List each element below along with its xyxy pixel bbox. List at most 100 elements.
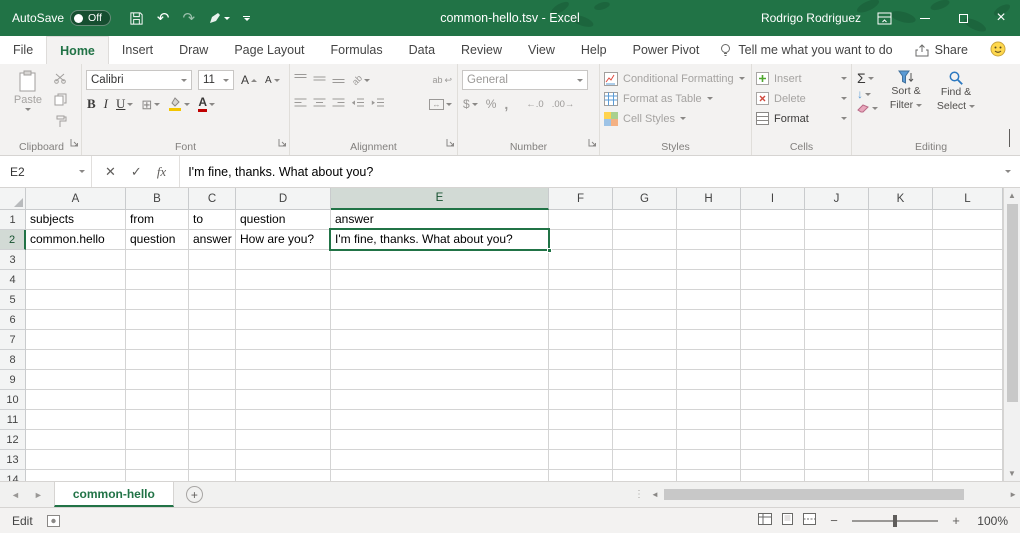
zoom-slider-thumb[interactable] [893, 515, 897, 527]
cell-A7[interactable] [26, 330, 126, 350]
cell-E5[interactable] [331, 290, 549, 310]
cell-K7[interactable] [869, 330, 933, 350]
cell-K5[interactable] [869, 290, 933, 310]
touch-mouse-mode-button[interactable] [208, 12, 230, 25]
cell-B3[interactable] [126, 250, 189, 270]
cell-E4[interactable] [331, 270, 549, 290]
redo-button[interactable]: ↷ [182, 11, 195, 26]
column-header-K[interactable]: K [869, 188, 933, 210]
share-button[interactable]: Share [915, 43, 968, 57]
column-header-H[interactable]: H [677, 188, 741, 210]
cell-L10[interactable] [933, 390, 1003, 410]
cell-H6[interactable] [677, 310, 741, 330]
delete-cells-button[interactable]: Delete [756, 89, 847, 108]
cell-F9[interactable] [549, 370, 613, 390]
cell-D1[interactable]: question [236, 210, 331, 230]
comma-style-button[interactable]: , [503, 96, 509, 112]
cell-C5[interactable] [189, 290, 236, 310]
cell-D4[interactable] [236, 270, 331, 290]
cell-C1[interactable]: to [189, 210, 236, 230]
cell-I5[interactable] [741, 290, 805, 310]
tab-home[interactable]: Home [46, 36, 109, 64]
tab-help[interactable]: Help [568, 36, 620, 64]
cell-L12[interactable] [933, 430, 1003, 450]
cell-F1[interactable] [549, 210, 613, 230]
tab-formulas[interactable]: Formulas [318, 36, 396, 64]
tab-draw[interactable]: Draw [166, 36, 221, 64]
sort-filter-button[interactable]: Sort & Filter [883, 67, 929, 138]
cell-H10[interactable] [677, 390, 741, 410]
cell-H7[interactable] [677, 330, 741, 350]
cell-J11[interactable] [805, 410, 869, 430]
row-header-8[interactable]: 8 [0, 350, 26, 370]
cell-I6[interactable] [741, 310, 805, 330]
cell-L13[interactable] [933, 450, 1003, 470]
cell-D14[interactable] [236, 470, 331, 481]
cell-F6[interactable] [549, 310, 613, 330]
row-header-9[interactable]: 9 [0, 370, 26, 390]
zoom-out-button[interactable]: − [828, 513, 840, 528]
cell-J5[interactable] [805, 290, 869, 310]
top-align-button[interactable] [294, 71, 307, 89]
cell-B5[interactable] [126, 290, 189, 310]
cell-F11[interactable] [549, 410, 613, 430]
cell-J10[interactable] [805, 390, 869, 410]
cell-A1[interactable]: subjects [26, 210, 126, 230]
ribbon-display-options-button[interactable] [877, 11, 892, 26]
cell-G11[interactable] [613, 410, 677, 430]
cell-G5[interactable] [613, 290, 677, 310]
collapse-ribbon-button[interactable] [1009, 130, 1010, 148]
column-header-G[interactable]: G [613, 188, 677, 210]
cell-J4[interactable] [805, 270, 869, 290]
column-header-L[interactable]: L [933, 188, 1003, 210]
cell-F3[interactable] [549, 250, 613, 270]
cell-K11[interactable] [869, 410, 933, 430]
row-header-2[interactable]: 2 [0, 230, 26, 250]
column-header-C[interactable]: C [189, 188, 236, 210]
bottom-align-button[interactable] [332, 71, 345, 89]
column-header-A[interactable]: A [26, 188, 126, 210]
cell-J8[interactable] [805, 350, 869, 370]
row-header-3[interactable]: 3 [0, 250, 26, 270]
cell-E2[interactable]: I'm fine, thanks. What about you? [331, 230, 549, 250]
cell-I4[interactable] [741, 270, 805, 290]
cell-C4[interactable] [189, 270, 236, 290]
cell-A4[interactable] [26, 270, 126, 290]
cell-H11[interactable] [677, 410, 741, 430]
cell-L3[interactable] [933, 250, 1003, 270]
font-size-select[interactable]: 11 [198, 70, 234, 90]
cell-G8[interactable] [613, 350, 677, 370]
cell-I10[interactable] [741, 390, 805, 410]
cell-D6[interactable] [236, 310, 331, 330]
vertical-scroll-thumb[interactable] [1007, 204, 1018, 402]
save-button[interactable] [129, 11, 144, 26]
enter-button[interactable]: ✓ [131, 164, 142, 180]
row-header-11[interactable]: 11 [0, 410, 26, 430]
cell-H2[interactable] [677, 230, 741, 250]
cell-B12[interactable] [126, 430, 189, 450]
align-left-button[interactable] [294, 95, 307, 113]
page-layout-view-button[interactable] [781, 513, 794, 528]
cell-F12[interactable] [549, 430, 613, 450]
cell-E3[interactable] [331, 250, 549, 270]
wrap-text-button[interactable]: ab ↩ [431, 75, 453, 86]
scroll-up-icon[interactable]: ▲ [1008, 189, 1016, 202]
cell-B6[interactable] [126, 310, 189, 330]
cell-J9[interactable] [805, 370, 869, 390]
cell-E12[interactable] [331, 430, 549, 450]
undo-button[interactable]: ↶ [157, 11, 170, 26]
cell-B13[interactable] [126, 450, 189, 470]
row-header-6[interactable]: 6 [0, 310, 26, 330]
cell-C8[interactable] [189, 350, 236, 370]
paste-button[interactable]: Paste [6, 67, 50, 138]
cell-J6[interactable] [805, 310, 869, 330]
cell-L9[interactable] [933, 370, 1003, 390]
horizontal-scroll-thumb[interactable] [664, 489, 964, 500]
cell-C6[interactable] [189, 310, 236, 330]
cell-I8[interactable] [741, 350, 805, 370]
page-break-view-button[interactable] [803, 513, 816, 528]
cell-C10[interactable] [189, 390, 236, 410]
tab-review[interactable]: Review [448, 36, 515, 64]
cell-C2[interactable]: answer [189, 230, 236, 250]
user-name[interactable]: Rodrigo Rodriguez [761, 11, 861, 25]
